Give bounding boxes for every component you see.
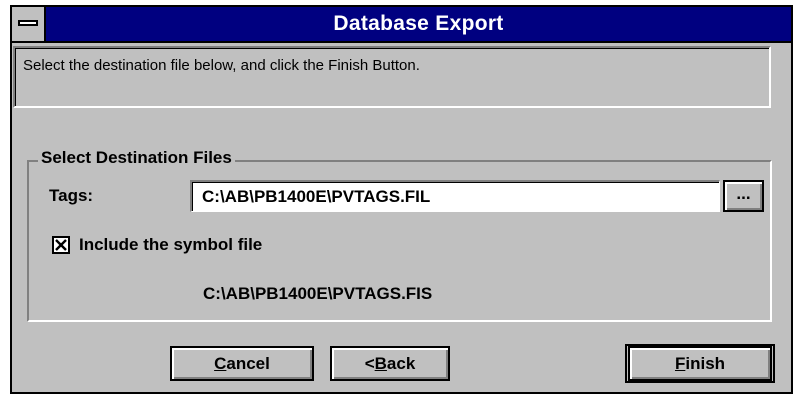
back-mnemonic: B <box>374 354 387 373</box>
finish-mnemonic: F <box>674 354 686 373</box>
browse-button[interactable]: ... <box>723 180 764 212</box>
tags-path-input[interactable]: C:\AB\PB1400E\PVTAGS.FIL <box>190 180 720 212</box>
back-button[interactable]: <Back <box>330 346 450 381</box>
finish-label-rest: inish <box>685 354 726 373</box>
group-legend: Select Destination Files <box>38 148 235 168</box>
title-bar[interactable]: Database Export <box>12 7 791 43</box>
tags-path-value: C:\AB\PB1400E\PVTAGS.FIL <box>202 187 431 206</box>
check-x-icon <box>55 239 67 251</box>
include-symbol-label[interactable]: Include the symbol file <box>79 235 262 255</box>
instruction-panel: Select the destination file below, and c… <box>13 46 771 108</box>
system-menu-button[interactable] <box>12 7 46 41</box>
instruction-text: Select the destination file below, and c… <box>23 57 420 74</box>
cancel-mnemonic: C <box>214 354 227 373</box>
back-prefix: < <box>364 354 375 373</box>
tags-label: Tags: <box>49 186 94 205</box>
browse-button-label: ... <box>736 184 751 203</box>
cancel-label-rest: ancel <box>226 354 270 373</box>
system-menu-icon <box>18 20 38 26</box>
finish-button[interactable]: Finish <box>628 346 772 381</box>
back-label-rest: ack <box>386 354 416 373</box>
symbol-file-path: C:\AB\PB1400E\PVTAGS.FIS <box>203 284 433 303</box>
cancel-button[interactable]: Cancel <box>170 346 314 381</box>
window-title: Database Export <box>333 12 504 35</box>
include-symbol-checkbox[interactable] <box>52 236 70 254</box>
